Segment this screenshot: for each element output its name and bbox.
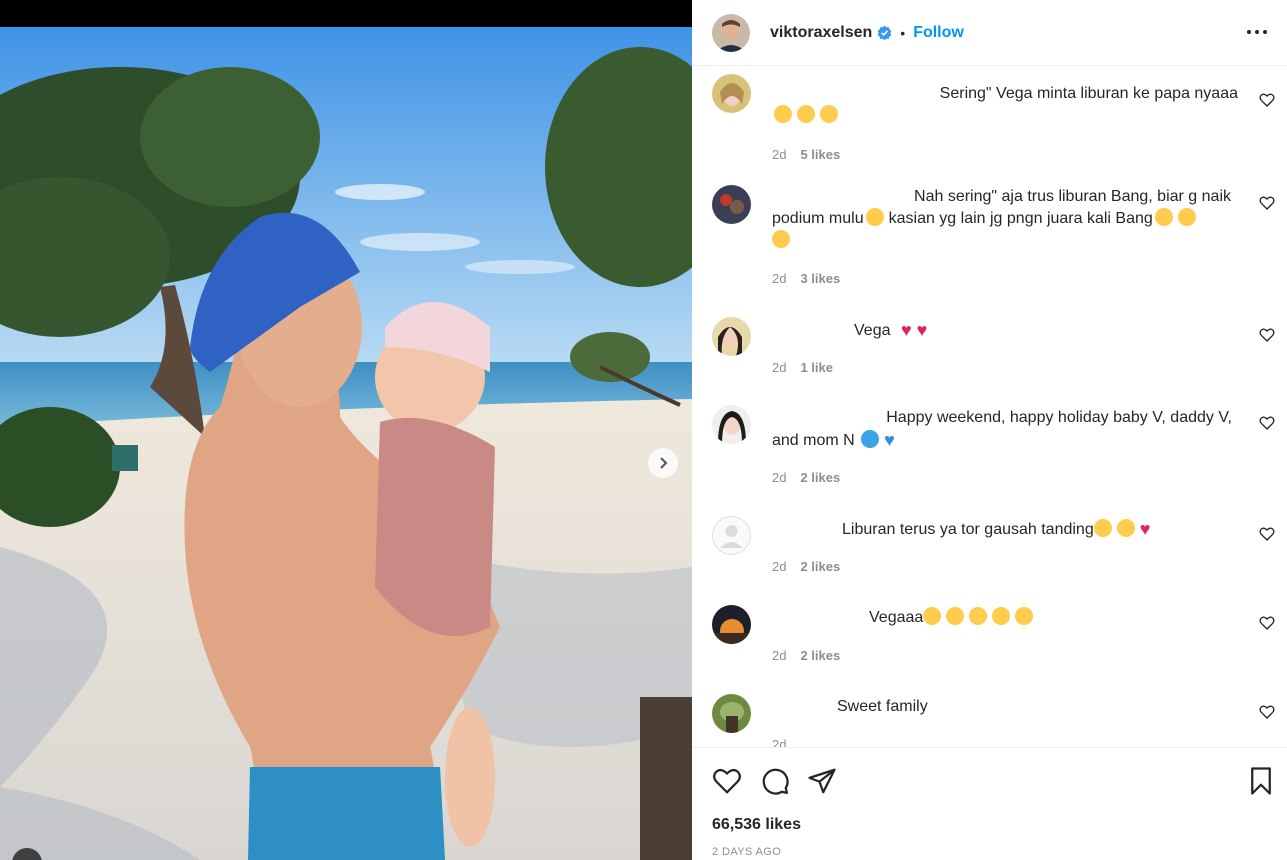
heart-eyes-face-icon (969, 607, 988, 625)
comment-meta: 2d 3 likes (772, 271, 840, 286)
photo-pane (0, 0, 692, 860)
water-wave-icon (861, 430, 880, 448)
comment-likes[interactable]: 5 likes (800, 147, 840, 162)
comment-heart-icon[interactable] (1259, 526, 1275, 542)
heart-eyes-face-icon (1116, 519, 1135, 537)
comment-likes[interactable]: 3 likes (800, 271, 840, 286)
winking-tongue-face-icon (820, 105, 838, 123)
heart-eyes-face-icon (992, 607, 1011, 625)
comment-text: Sweet family (837, 698, 928, 715)
comment-age: 2d (772, 147, 787, 162)
commenter-avatar[interactable] (712, 694, 751, 733)
verified-badge-icon (877, 25, 892, 40)
comment-text: Vega ♥ ♥ (854, 320, 928, 340)
comment-text: Liburan terus ya tor gausah tanding ♥ (842, 519, 1151, 539)
comment-heart-icon[interactable] (1259, 704, 1275, 720)
comment-text: Vegaaa (869, 607, 1237, 629)
likes-count[interactable]: 66,536 likes (712, 816, 801, 834)
comment-likes[interactable]: 2 likes (800, 559, 840, 574)
comment-meta: 2d 2 likes (772, 470, 840, 485)
comment-emojis (774, 105, 1237, 127)
red-heart-icon: ♥ (1139, 519, 1151, 539)
comment-meta: 2d 2 likes (772, 648, 840, 663)
comment-heart-icon[interactable] (1259, 92, 1275, 108)
comment-age: 2d (772, 737, 787, 747)
follow-button[interactable]: Follow (913, 24, 964, 42)
grinning-face-icon (865, 208, 884, 226)
author-username[interactable]: viktoraxelsen (770, 24, 872, 42)
comment-heart-icon[interactable] (1259, 415, 1275, 431)
comments-list[interactable]: Sering" Vega minta liburan ke papa nyaaa… (692, 67, 1287, 747)
comment-heart-icon[interactable] (1259, 615, 1275, 631)
commenter-avatar[interactable] (712, 605, 751, 644)
comment-meta: 2d 2 likes (772, 559, 840, 574)
next-image-button[interactable] (648, 448, 678, 478)
header-separator: • (900, 24, 906, 41)
more-options-icon[interactable] (1245, 20, 1269, 44)
heart-eyes-face-icon (1093, 519, 1112, 537)
instagram-post-viewer: viktoraxelsen • Follow Sering" Vega mint… (0, 0, 1287, 860)
comment-heart-icon[interactable] (1259, 327, 1275, 343)
author-avatar[interactable] (712, 13, 750, 52)
bookmark-icon[interactable] (1246, 766, 1276, 796)
commenter-avatar[interactable] (712, 516, 751, 555)
commenter-avatar[interactable] (712, 317, 751, 356)
post-side-panel: viktoraxelsen • Follow Sering" Vega mint… (692, 0, 1287, 860)
red-heart-icon: ♥ (916, 320, 928, 340)
comment-text: Sering" Vega minta liburan ke papa nyaaa (939, 85, 1238, 102)
commenter-avatar[interactable] (712, 74, 751, 113)
heart-eyes-face-icon (946, 607, 965, 625)
comment-heart-icon[interactable] (1259, 195, 1275, 211)
comment-age: 2d (772, 470, 787, 485)
paper-plane-icon[interactable] (807, 766, 837, 796)
post-actions: 66,536 likes 2 DAYS AGO (692, 747, 1287, 860)
comment-likes[interactable]: 2 likes (800, 648, 840, 663)
comment-meta: 2d (772, 737, 786, 747)
chevron-right-icon (660, 457, 668, 469)
blue-heart-icon: ♥ (884, 430, 895, 450)
heart-eyes-face-icon (1015, 607, 1034, 625)
comment-age: 2d (772, 360, 787, 375)
comment-meta: 2d 1 like (772, 360, 833, 375)
laughing-face-icon (1177, 208, 1196, 226)
comment-text: Happy weekend, happy holiday baby V, dad… (772, 409, 1232, 450)
comment-age: 2d (772, 559, 787, 574)
commenter-avatar[interactable] (712, 405, 751, 444)
comment-meta: 2d 5 likes (772, 147, 840, 162)
kissing-face-icon (797, 105, 815, 123)
laughing-face-icon (1154, 208, 1173, 226)
red-heart-icon: ♥ (900, 320, 912, 340)
post-header: viktoraxelsen • Follow (692, 0, 1287, 66)
laughing-face-icon (772, 230, 790, 248)
comment-age: 2d (772, 271, 787, 286)
heart-icon[interactable] (712, 766, 742, 796)
comment-likes[interactable]: 2 likes (800, 470, 840, 485)
comment-text: Nah sering" aja trus liburan Bang, biar … (772, 186, 1237, 252)
comment-likes[interactable]: 1 like (800, 360, 833, 375)
comment-age: 2d (772, 648, 787, 663)
comment-bubble-icon[interactable] (760, 766, 790, 796)
heart-eyes-face-icon (923, 607, 942, 625)
post-photo[interactable] (0, 27, 692, 860)
post-timestamp: 2 DAYS AGO (712, 846, 782, 858)
commenter-avatar[interactable] (712, 185, 751, 224)
smiling-face-icon (774, 105, 792, 123)
